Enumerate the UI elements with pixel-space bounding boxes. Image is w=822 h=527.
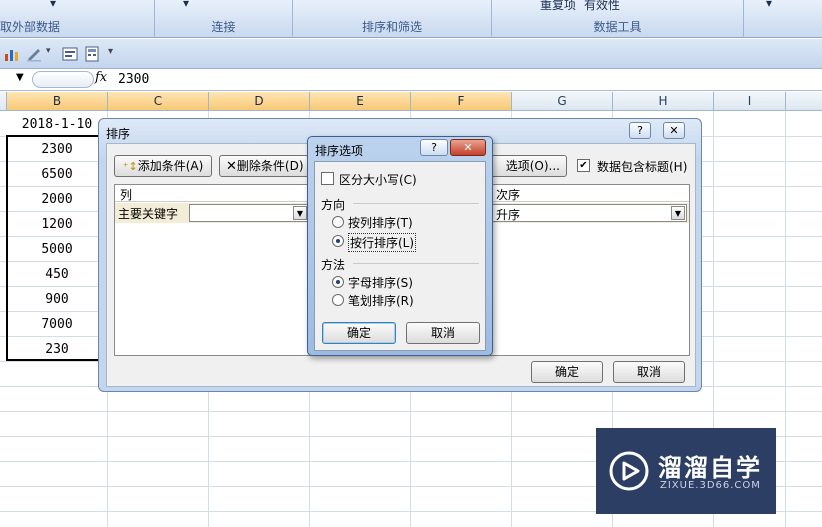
remove-duplicates-button[interactable]: 重复项	[540, 0, 576, 13]
ribbon-group-sort-filter[interactable]: 排序和筛选	[293, 0, 492, 38]
by-row-radio[interactable]	[332, 235, 344, 247]
case-sensitive-checkbox[interactable]	[321, 172, 334, 185]
help-button[interactable]: ?	[420, 139, 448, 156]
column-header-f[interactable]: F	[411, 92, 512, 111]
close-button[interactable]: ✕	[450, 139, 486, 156]
insert-function-button[interactable]: fx	[95, 70, 107, 85]
chevron-down-icon[interactable]: ▼	[293, 206, 307, 220]
help-button[interactable]: ?	[629, 122, 651, 139]
chart-icon[interactable]	[4, 46, 20, 62]
group-label: 数据工具	[593, 20, 642, 34]
stroke-radio[interactable]	[332, 294, 344, 306]
chevron-down-icon[interactable]: ▼	[671, 206, 685, 220]
alphabetic-label: 字母排序(S)	[348, 276, 413, 290]
dialog-body: 区分大小写(C) 方向 按列排序(T) 按行排序(L) 方法 字母排序(S) 笔…	[314, 161, 486, 351]
column-header-e[interactable]: E	[310, 92, 411, 111]
method-label: 方法	[321, 258, 346, 272]
ribbon: ▾ 获取外部数据 ▾ 连接 排序和筛选 重复项 有效性 数据工具 ▾	[0, 0, 822, 38]
sort-options-dialog: 排序选项 ? ✕ 区分大小写(C) 方向 按列排序(T) 按行排序(L) 方法 …	[307, 136, 493, 356]
case-sensitive-label: 区分大小写(C)	[339, 173, 417, 187]
name-box[interactable]	[32, 71, 94, 88]
delete-condition-button[interactable]: ✕删除条件(D)	[219, 155, 309, 177]
calculator-icon[interactable]	[84, 46, 100, 62]
primary-key-label: 主要关键字	[118, 207, 179, 221]
close-button[interactable]: ✕	[663, 122, 685, 139]
ribbon-group-data-tools[interactable]: 重复项 有效性 数据工具	[492, 0, 744, 38]
ribbon-group-external-data[interactable]: ▾ 获取外部数据	[0, 0, 155, 38]
stroke-label: 笔划排序(R)	[348, 294, 414, 308]
column-header-b[interactable]: B	[7, 92, 108, 111]
watermark-url: ZIXUE.3D66.COM	[660, 480, 761, 491]
chevron-down-icon[interactable]: ▾	[183, 0, 189, 10]
column-select[interactable]: ▼	[189, 204, 309, 222]
button-label: 删除条件(D)	[236, 159, 304, 173]
chevron-down-icon[interactable]: ▾	[50, 0, 56, 10]
watermark-title: 溜溜自学	[658, 454, 762, 482]
options-ok-button[interactable]: 确定	[322, 322, 396, 344]
column-header-label: 列	[120, 188, 133, 202]
chevron-down-icon[interactable]: ▾	[766, 0, 772, 10]
play-logo-icon	[609, 451, 649, 491]
order-select[interactable]: 升序 ▼	[493, 204, 687, 222]
by-column-label: 按列排序(T)	[348, 216, 413, 230]
group-label: 连接	[211, 20, 236, 34]
grid-line	[785, 111, 786, 527]
formula-bar: ▼ fx 2300	[0, 69, 822, 91]
column-header-i[interactable]: I	[714, 92, 786, 111]
formula-input[interactable]: 2300	[118, 72, 149, 87]
has-header-label: 数据包含标题(H)	[597, 160, 688, 174]
button-label: 添加条件(A)	[137, 159, 204, 173]
chevron-down-icon[interactable]: ▾	[46, 46, 62, 62]
group-label: 排序和筛选	[361, 20, 422, 34]
sort-cancel-button[interactable]: 取消	[613, 361, 685, 383]
by-column-radio[interactable]	[332, 216, 344, 228]
has-header-checkbox[interactable]: ✔	[577, 159, 590, 172]
dialog-title: 排序	[106, 127, 131, 141]
add-condition-button[interactable]: ⁺↕添加条件(A)	[114, 155, 212, 177]
divider	[353, 263, 479, 264]
divider	[353, 203, 479, 204]
options-button[interactable]: 选项(O)...	[485, 155, 567, 177]
dialog-title: 排序选项	[315, 144, 364, 158]
order-value: 升序	[496, 208, 521, 222]
ribbon-group-connections[interactable]: ▾ 连接	[155, 0, 293, 38]
customize-qat-icon[interactable]: ▾	[108, 46, 124, 62]
column-header-g[interactable]: G	[512, 92, 613, 111]
alphabetic-radio[interactable]	[332, 276, 344, 288]
ribbon-group-outline[interactable]: ▾	[744, 0, 822, 38]
options-cancel-button[interactable]: 取消	[406, 322, 480, 344]
cell-b1[interactable]: 2018-1-10	[7, 112, 107, 137]
validation-button[interactable]: 有效性	[584, 0, 620, 13]
sort-ok-button[interactable]: 确定	[531, 361, 603, 383]
grid-line	[0, 411, 822, 412]
group-label: 获取外部数据	[0, 20, 61, 34]
delete-icon: ✕	[226, 159, 237, 174]
column-header-c[interactable]: C	[108, 92, 209, 111]
direction-label: 方向	[321, 198, 346, 212]
form-icon[interactable]	[62, 46, 78, 62]
select-all-corner[interactable]	[0, 92, 7, 111]
by-row-label: 按行排序(L)	[348, 233, 417, 252]
selection-border	[6, 135, 108, 361]
add-condition-icon: ⁺↕	[122, 160, 138, 173]
watermark: 溜溜自学 ZIXUE.3D66.COM	[596, 428, 776, 514]
chevron-down-icon[interactable]: ▼	[16, 72, 24, 83]
pen-icon[interactable]	[26, 46, 42, 62]
column-header-j[interactable]	[786, 92, 822, 111]
column-header-h[interactable]: H	[613, 92, 714, 111]
order-header-label: 次序	[496, 188, 521, 202]
column-header-d[interactable]: D	[209, 92, 310, 111]
quick-access-toolbar: ▾ ▾	[0, 39, 822, 69]
